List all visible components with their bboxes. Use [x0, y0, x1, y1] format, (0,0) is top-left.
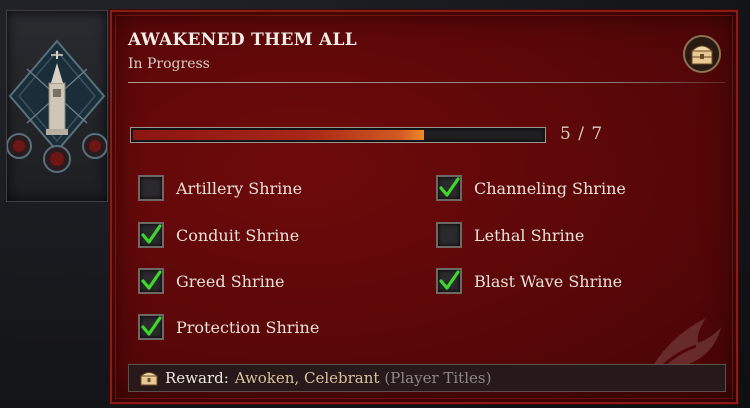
achievement-panel: AWAKENED THEM ALL In Progress 5 / 7 Arti… — [109, 9, 739, 405]
checkmark-icon — [439, 177, 460, 197]
progress-fill — [133, 130, 424, 140]
checklist-item-blast-wave-shrine: Blast Wave Shrine — [436, 265, 622, 297]
checklist-item-lethal-shrine: Lethal Shrine — [436, 219, 584, 251]
checklist-label: Channeling Shrine — [474, 178, 626, 198]
checklist-item-protection-shrine: Protection Shrine — [138, 311, 319, 343]
checkbox — [436, 268, 462, 294]
checklist-label: Greed Shrine — [176, 271, 285, 291]
reward-value: Awoken, Celebrant — [234, 369, 380, 387]
checkmark-icon — [141, 224, 162, 244]
checklist-label: Artillery Shrine — [176, 178, 303, 198]
checkbox — [138, 222, 164, 248]
treasure-chest-icon — [139, 372, 159, 386]
checkmark-icon — [141, 316, 162, 336]
achievement-category-card[interactable] — [6, 10, 108, 202]
achievement-status: In Progress — [128, 56, 210, 72]
reward-bar: Reward: Awoken, Celebrant (Player Titles… — [128, 364, 726, 392]
checkmark-icon — [141, 270, 162, 290]
checkbox — [436, 175, 462, 201]
checklist-label: Conduit Shrine — [176, 225, 300, 245]
achievement-title: AWAKENED THEM ALL — [128, 30, 358, 50]
checkmark-icon — [439, 270, 460, 290]
progress-count: 5 / 7 — [560, 124, 604, 144]
checkbox — [138, 268, 164, 294]
progress-bar — [130, 127, 546, 143]
checkbox — [138, 175, 164, 201]
checklist-item-channeling-shrine: Channeling Shrine — [436, 172, 626, 204]
checkbox — [138, 314, 164, 340]
checklist-item-artillery-shrine: Artillery Shrine — [138, 172, 302, 204]
checklist-item-conduit-shrine: Conduit Shrine — [138, 219, 299, 251]
treasure-chest-icon — [683, 35, 721, 73]
sanctuary-emblem-icon — [7, 39, 107, 173]
checklist-label: Protection Shrine — [176, 317, 320, 337]
title-divider — [128, 82, 726, 83]
checklist-item-greed-shrine: Greed Shrine — [138, 265, 285, 297]
checklist-label: Blast Wave Shrine — [474, 271, 623, 291]
checklist-label: Lethal Shrine — [474, 225, 585, 245]
achievement-screen: AWAKENED THEM ALL In Progress 5 / 7 Arti… — [0, 0, 750, 408]
reward-label: Reward: — [165, 369, 229, 387]
reward-type: (Player Titles) — [384, 369, 492, 387]
checkbox — [436, 222, 462, 248]
